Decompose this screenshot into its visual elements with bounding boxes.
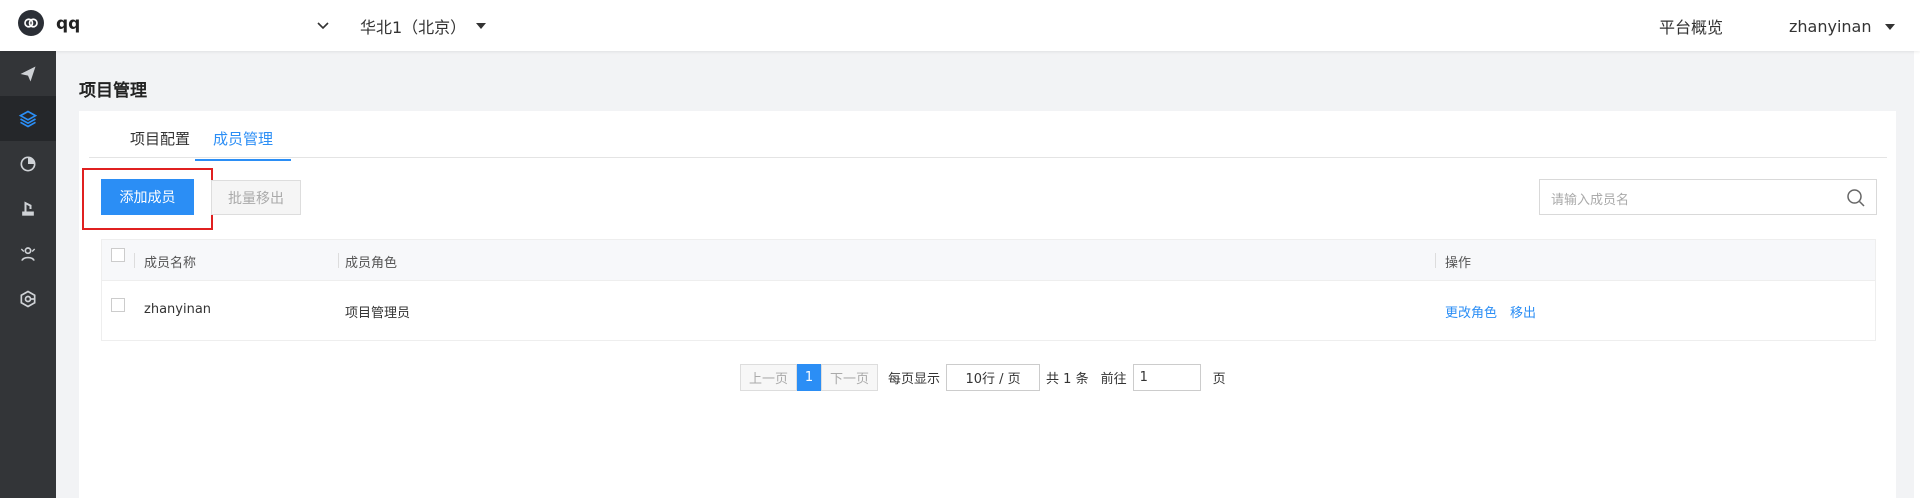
member-role: 项目管理员 — [345, 306, 411, 321]
member-name: zhanyinan — [144, 302, 212, 317]
select-all-checkbox[interactable] — [111, 248, 125, 262]
caret-down-icon — [1885, 23, 1896, 30]
caret-down-icon — [476, 23, 487, 29]
sidebar-item-settings[interactable] — [0, 276, 56, 321]
search-placeholder: 请输入成员名 — [1551, 193, 1630, 208]
page-suffix: 页 — [1212, 372, 1226, 387]
region-selector[interactable]: 华北1（北京） — [360, 14, 487, 38]
add-member-button[interactable]: 添加成员 — [101, 179, 194, 215]
row-checkbox[interactable] — [111, 298, 125, 312]
column-header-role: 成员角色 — [345, 256, 398, 271]
remove-member-link[interactable]: 移出 — [1510, 302, 1536, 321]
user-menu[interactable]: zhanyinan — [1789, 17, 1896, 36]
column-header-name: 成员名称 — [144, 256, 197, 271]
sidebar — [0, 51, 56, 498]
sidebar-item-monitor[interactable] — [0, 141, 56, 186]
column-divider — [134, 253, 135, 268]
table-row: zhanyinan 项目管理员 更改角色 移出 — [102, 281, 1875, 341]
chevron-down-icon[interactable] — [316, 18, 330, 32]
layers-icon — [18, 110, 38, 127]
region-label: 华北1（北京） — [360, 18, 467, 37]
change-role-link[interactable]: 更改角色 — [1445, 302, 1497, 321]
column-divider — [1435, 253, 1436, 268]
total-count: 共 1 条 — [1046, 372, 1089, 387]
column-divider — [338, 253, 339, 268]
members-table: 成员名称 成员角色 操作 zhanyinan 项目管理员 更改角色 移出 — [101, 239, 1876, 341]
top-bar: qq 华北1（北京） 平台概览 zhanyinan — [0, 0, 1920, 51]
sidebar-item-training[interactable] — [0, 186, 56, 231]
column-header-actions: 操作 — [1445, 256, 1472, 271]
search-icon[interactable] — [1846, 188, 1866, 208]
username: zhanyinan — [1789, 17, 1872, 36]
prev-page-button[interactable]: 上一页 — [740, 364, 798, 391]
batch-remove-button[interactable]: 批量移出 — [211, 180, 301, 215]
pagination: 上一页 1 下一页 每页显示 10行 / 页 共 1 条 前往 1 页 — [740, 364, 1232, 391]
tab-project-config[interactable]: 项目配置 — [130, 128, 190, 159]
send-icon — [20, 66, 36, 81]
logo-icon[interactable] — [18, 10, 44, 36]
per-page-label: 每页显示 — [888, 372, 941, 387]
sidebar-item-projects[interactable] — [0, 96, 56, 141]
per-page-select[interactable]: 10行 / 页 — [946, 364, 1041, 391]
table-header: 成员名称 成员角色 操作 — [102, 240, 1875, 281]
main-panel: 项目配置 成员管理 添加成员 批量移出 请输入成员名 成员名称 成员角色 操作 … — [79, 111, 1896, 498]
member-search-input[interactable]: 请输入成员名 — [1539, 179, 1877, 215]
robot-arm-icon — [22, 201, 34, 216]
goto-page-input[interactable]: 1 — [1132, 364, 1201, 391]
platform-overview-link[interactable]: 平台概览 — [1659, 14, 1723, 38]
current-page[interactable]: 1 — [797, 364, 822, 391]
goto-label: 前往 — [1100, 372, 1127, 387]
users-icon — [20, 246, 36, 261]
project-name[interactable]: qq — [56, 14, 80, 34]
gear-network-icon — [20, 290, 36, 307]
page-title: 项目管理 — [79, 81, 147, 101]
tab-bar: 项目配置 成员管理 — [89, 111, 1887, 161]
sidebar-item-users[interactable] — [0, 231, 56, 276]
tab-member-management[interactable]: 成员管理 — [195, 128, 292, 161]
scrollbar-track[interactable] — [1914, 51, 1920, 498]
next-page-button[interactable]: 下一页 — [821, 364, 879, 391]
sidebar-item-deploy[interactable] — [0, 51, 56, 96]
pie-chart-icon — [20, 156, 36, 171]
